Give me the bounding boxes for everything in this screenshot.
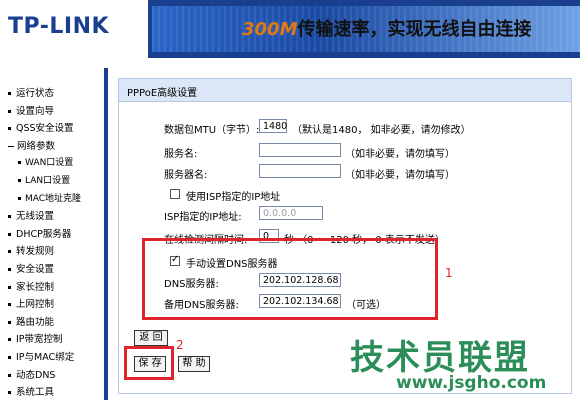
watermark-url: www.jsgho.com	[396, 373, 547, 393]
annotation-number-1: 1	[445, 266, 453, 280]
bullet-icon	[8, 303, 11, 307]
bullet-icon	[8, 250, 11, 254]
sidebar-item-label: 无线设置	[16, 211, 55, 223]
server-name-hint: （如非必要，请勿填写）	[345, 170, 455, 181]
service-name-hint: （如非必要，请勿填写）	[345, 149, 455, 160]
logo-area: TP-LINK	[0, 0, 148, 58]
mtu-label: 数据包MTU（字节）:	[164, 125, 260, 136]
bullet-icon	[8, 391, 11, 395]
sidebar: 运行状态设置向导 QSS安全设置 网络参数 WAN口设置 LAN口设置 MAC地址克隆无线…	[0, 68, 102, 400]
sidebar-item[interactable]: LAN口设置	[8, 173, 81, 191]
bullet-icon	[8, 338, 11, 342]
sidebar-item[interactable]: 路由功能	[8, 314, 81, 332]
save-button[interactable]: 保 存	[134, 356, 166, 372]
use-isp-ip-label: 使用ISP指定的IP地址	[186, 192, 281, 203]
bullet-icon	[8, 320, 11, 324]
bullet-icon	[8, 285, 11, 289]
sidebar-item-label: 网络参数	[17, 140, 56, 152]
sidebar-item-label: 家长控制	[16, 281, 55, 293]
sub-bullet-icon	[18, 161, 21, 165]
service-name-label: 服务名:	[164, 149, 198, 160]
sidebar-item[interactable]: DHCP服务器	[8, 226, 81, 244]
expanded-dash-icon	[8, 145, 14, 147]
sidebar-item-label: 上网控制	[16, 299, 55, 311]
panel-title-bar: PPPoE高级设置	[119, 79, 571, 102]
header: TP-LINK 300M传输速率，实现无线自由连接	[0, 0, 580, 58]
dns2-label: 备用DNS服务器:	[164, 300, 239, 311]
sidebar-item-label: 设置向导	[16, 105, 55, 117]
mtu-input[interactable]: 1480	[259, 119, 287, 133]
sidebar-item-label: 动态DNS	[16, 369, 56, 381]
dns1-input[interactable]: 202.102.128.68	[259, 273, 341, 287]
sidebar-item-label: IP带宽控制	[16, 334, 63, 346]
bullet-icon	[8, 92, 11, 95]
bullet-icon	[8, 232, 11, 236]
sidebar-item-label: 路由功能	[16, 316, 55, 328]
sidebar-item-label: DHCP服务器	[16, 228, 72, 240]
annotation-number-2: 2	[176, 338, 184, 352]
mtu-hint: （默认是1480， 如非必要，请勿修改）	[292, 125, 471, 136]
sub-bullet-icon	[18, 178, 21, 182]
sidebar-item[interactable]: 上网控制	[8, 296, 81, 314]
sidebar-item-label: MAC地址克隆	[25, 193, 82, 204]
watermark-text: 技术员联盟	[350, 338, 530, 378]
back-button[interactable]: 返 回	[134, 330, 168, 346]
sidebar-item[interactable]: MAC地址克隆	[8, 191, 81, 209]
sidebar-item[interactable]: 系统工具	[8, 384, 81, 402]
sidebar-item-label: WAN口设置	[25, 158, 74, 169]
sidebar-item[interactable]: WAN口设置	[8, 155, 81, 173]
sidebar-item[interactable]: 网络参数	[8, 138, 81, 156]
help-button[interactable]: 帮 助	[178, 356, 210, 372]
bullet-icon	[8, 355, 11, 359]
banner-slogan: 300M传输速率，实现无线自由连接	[242, 15, 532, 41]
dns2-input[interactable]: 202.102.134.68	[259, 294, 341, 308]
panel-title: PPPoE高级设置	[127, 88, 198, 99]
sidebar-item[interactable]: 安全设置	[8, 261, 81, 279]
sidebar-item[interactable]: QSS安全设置	[8, 120, 81, 138]
service-name-input[interactable]	[259, 143, 341, 157]
server-name-input[interactable]	[259, 164, 341, 178]
bullet-icon	[8, 127, 11, 131]
manual-dns-checkbox[interactable]	[170, 254, 180, 266]
sidebar-item-label: 运行状态	[16, 88, 55, 99]
sidebar-item-label: IP与MAC绑定	[16, 351, 75, 363]
bullet-icon	[8, 267, 11, 271]
sidebar-item-label: LAN口设置	[25, 175, 71, 186]
sidebar-item[interactable]: 家长控制	[8, 279, 81, 297]
manual-dns-label: 手动设置DNS服务器	[186, 259, 278, 270]
sidebar-item[interactable]: 无线设置	[8, 208, 81, 226]
sidebar-item[interactable]: IP带宽控制	[8, 331, 81, 349]
bullet-icon	[8, 373, 11, 377]
bullet-icon	[8, 215, 11, 219]
tp-link-logo: TP-LINK	[8, 14, 110, 39]
sidebar-item-label: 安全设置	[16, 263, 55, 275]
sidebar-item[interactable]: 转发规则	[8, 243, 81, 261]
sidebar-item-label: 系统工具	[16, 387, 55, 399]
use-isp-ip-checkbox[interactable]	[170, 189, 180, 199]
sidebar-item-label: 转发规则	[16, 246, 55, 258]
slogan-highlight: 300M	[242, 19, 298, 40]
sidebar-menu: 运行状态设置向导 QSS安全设置 网络参数 WAN口设置 LAN口设置 MAC地址克隆无线…	[8, 85, 81, 402]
header-divider	[0, 58, 580, 68]
isp-ip-label: ISP指定的IP地址:	[164, 212, 242, 223]
server-name-label: 服务器名:	[164, 170, 208, 181]
slogan-rest: 传输速率，实现无线自由连接	[297, 19, 532, 40]
dns1-label: DNS服务器:	[164, 279, 219, 290]
sub-bullet-icon	[18, 196, 21, 200]
sidebar-item[interactable]: 设置向导	[8, 103, 81, 121]
sidebar-item[interactable]: IP与MAC绑定	[8, 349, 81, 367]
bullet-icon	[8, 109, 11, 113]
sidebar-item[interactable]: 运行状态	[8, 85, 81, 103]
sidebar-divider	[104, 68, 108, 400]
sidebar-item[interactable]: 动态DNS	[8, 367, 81, 385]
dns2-hint: （可选）	[346, 300, 386, 311]
sidebar-item-label: QSS安全设置	[16, 123, 74, 135]
isp-ip-input[interactable]: 0.0.0.0	[259, 206, 323, 220]
